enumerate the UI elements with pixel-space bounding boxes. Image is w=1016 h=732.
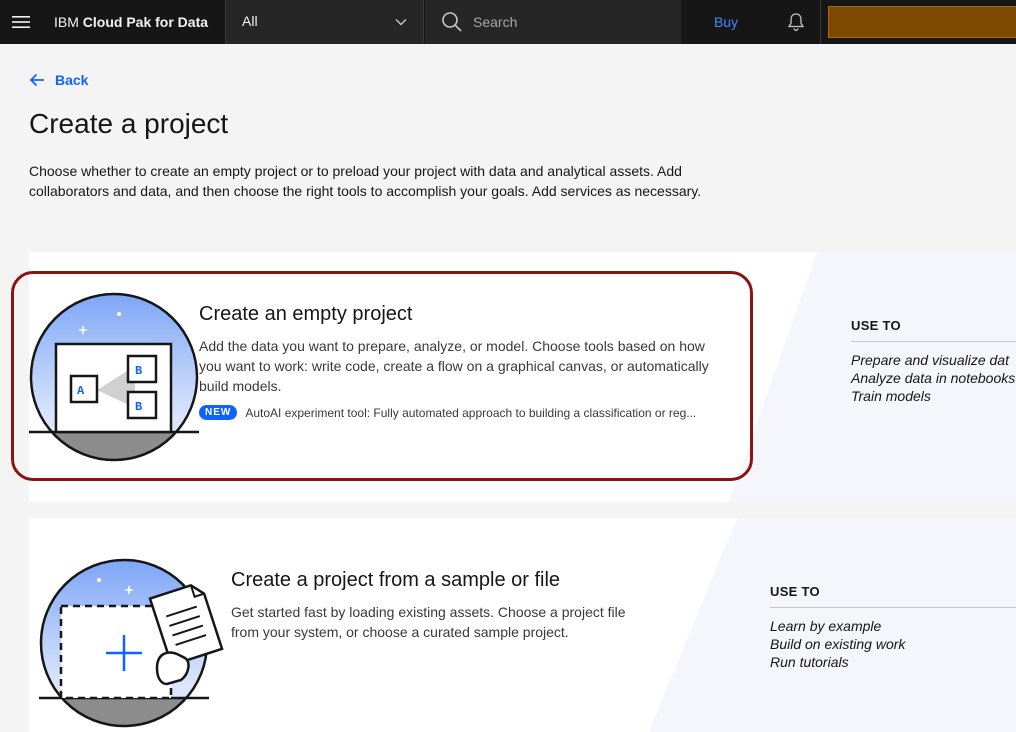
use-to-item: Build on existing work xyxy=(770,636,906,652)
empty-project-card[interactable]: A B B Create an empty project Add the da… xyxy=(29,252,1016,502)
card-description: Get started fast by loading existing ass… xyxy=(231,604,626,640)
empty-project-illustration-icon: A B B xyxy=(29,292,199,462)
card-description: Add the data you want to prepare, analyz… xyxy=(199,338,709,394)
use-to-list: Prepare and visualize dat Analyze data i… xyxy=(851,351,1015,405)
use-to-heading: USE TO xyxy=(770,584,820,599)
bell-icon xyxy=(787,13,804,32)
card-title: Create an empty project xyxy=(199,303,413,325)
search-box[interactable] xyxy=(425,0,681,44)
scope-dropdown[interactable]: All xyxy=(225,0,424,44)
svg-text:A: A xyxy=(77,384,85,398)
brand-prefix: IBM xyxy=(54,14,79,30)
new-feature-text: AutoAI experiment tool: Fully automated … xyxy=(245,405,697,420)
card-title: Create a project from a sample or file xyxy=(231,569,561,591)
use-to-heading: USE TO xyxy=(851,318,901,333)
product-brand[interactable]: IBM Cloud Pak for Data xyxy=(54,0,208,44)
arrow-left-icon xyxy=(29,73,44,87)
hamburger-menu-icon[interactable] xyxy=(0,0,42,44)
buy-link[interactable]: Buy xyxy=(681,0,771,44)
use-to-item: Learn by example xyxy=(770,618,882,634)
chevron-down-icon xyxy=(395,19,407,26)
svg-text:B: B xyxy=(135,400,142,414)
top-navigation-bar: IBM Cloud Pak for Data All Buy xyxy=(0,0,1016,44)
use-to-list: Learn by example Build on existing work … xyxy=(770,617,905,671)
use-to-divider xyxy=(851,341,1016,342)
brand-name: Cloud Pak for Data xyxy=(82,14,209,30)
scope-selected-value: All xyxy=(242,13,258,29)
sample-file-illustration-icon xyxy=(39,558,224,728)
sample-project-card[interactable]: Create a project from a sample or file G… xyxy=(29,518,1016,732)
back-label: Back xyxy=(55,72,89,88)
use-to-item: Analyze data in notebooks xyxy=(851,370,1016,386)
search-input[interactable] xyxy=(473,12,673,32)
new-badge: NEW xyxy=(199,405,238,420)
page-description: Choose whether to create an empty projec… xyxy=(29,163,702,199)
new-feature-row: NEW AutoAI experiment tool: Fully automa… xyxy=(199,405,696,420)
use-to-item: Prepare and visualize dat xyxy=(851,352,1009,368)
page-title: Create a project xyxy=(29,108,229,139)
back-link[interactable]: Back xyxy=(29,72,88,88)
use-to-item: Train models xyxy=(851,388,931,404)
svg-text:B: B xyxy=(135,364,142,378)
account-menu-button[interactable] xyxy=(828,6,1016,38)
notifications-button[interactable] xyxy=(771,0,821,44)
use-to-item: Run tutorials xyxy=(770,654,849,670)
use-to-divider xyxy=(770,607,1016,608)
search-icon xyxy=(442,12,462,32)
